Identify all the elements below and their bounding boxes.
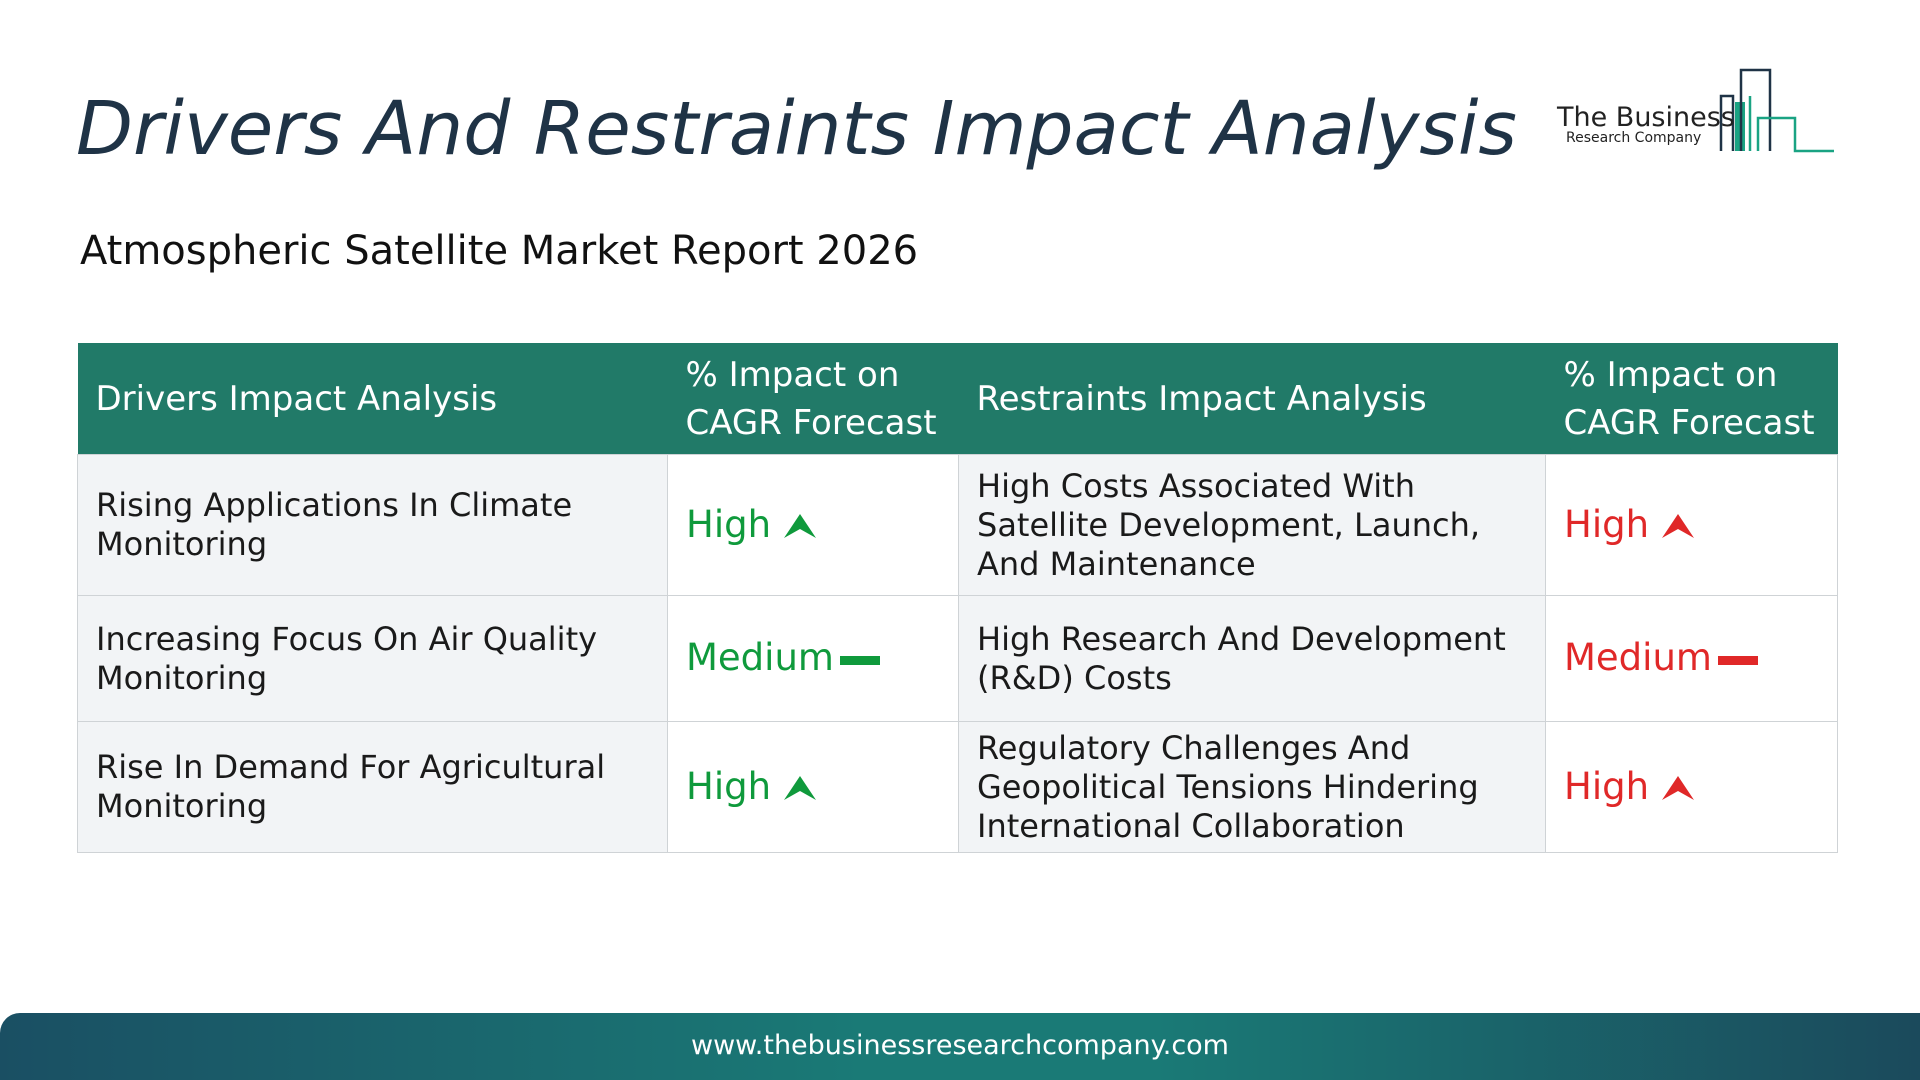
footer-website-link[interactable]: www.thebusinessresearchcompany.com [0,1030,1920,1061]
header-driver-impact: % Impact on CAGR Forecast [667,343,959,455]
restraint-impact-text: High [1564,502,1650,546]
restraint-impact-text: High [1564,764,1650,808]
restraint-cell: High Research And Development (R&D) Cost… [958,595,1546,722]
table-header-row: Drivers Impact Analysis % Impact on CAGR… [77,343,1838,455]
restraint-impact-text: Medium [1564,636,1712,679]
restraint-impact-level: Medium [1564,636,1758,679]
arrow-up-icon [784,776,817,800]
header-drivers: Drivers Impact Analysis [77,343,668,455]
table-row: Rise In Demand For Agricultural Monitori… [77,721,1838,853]
page-title: Drivers And Restraints Impact Analysis [76,86,1517,172]
driver-impact-text: High [686,502,772,546]
dash-icon [839,655,880,665]
logo-name: The Business [1557,102,1735,133]
impact-table: Drivers Impact Analysis % Impact on CAGR… [77,343,1838,853]
arrow-up-icon [1662,514,1695,538]
driver-impact-level: High [686,503,817,546]
report-subtitle: Atmospheric Satellite Market Report 2026 [80,228,919,274]
company-logo: The Business Research Company [1555,66,1835,156]
dash-icon [1717,655,1758,665]
restraint-cell: High Costs Associated With Satellite Dev… [958,454,1546,596]
driver-impact-cell: High [667,721,959,853]
header-restraints: Restraints Impact Analysis [958,343,1546,455]
restraint-impact-level: High [1564,765,1695,808]
restraint-impact-level: High [1564,503,1695,546]
table-row: Rising Applications In Climate Monitorin… [77,454,1838,596]
arrow-up-icon [784,514,817,538]
restraint-impact-cell: High [1545,454,1838,596]
arrow-up-icon [1662,776,1695,800]
driver-cell: Rise In Demand For Agricultural Monitori… [77,721,668,853]
driver-impact-cell: High [667,454,959,596]
header-restraint-impact: % Impact on CAGR Forecast [1545,343,1838,455]
logo-subname: Research Company [1566,130,1702,146]
footer-bar: www.thebusinessresearchcompany.com [0,1013,1920,1080]
table-row: Increasing Focus On Air Quality Monitori… [77,595,1838,722]
restraint-impact-cell: Medium [1545,595,1838,722]
driver-impact-level: Medium [686,636,880,679]
driver-impact-text: Medium [686,636,834,679]
driver-cell: Rising Applications In Climate Monitorin… [77,454,668,596]
restraint-cell: Regulatory Challenges And Geopolitical T… [958,721,1546,853]
driver-impact-level: High [686,765,817,808]
driver-cell: Increasing Focus On Air Quality Monitori… [77,595,668,722]
restraint-impact-cell: High [1545,721,1838,853]
driver-impact-text: High [686,764,772,808]
driver-impact-cell: Medium [667,595,959,722]
